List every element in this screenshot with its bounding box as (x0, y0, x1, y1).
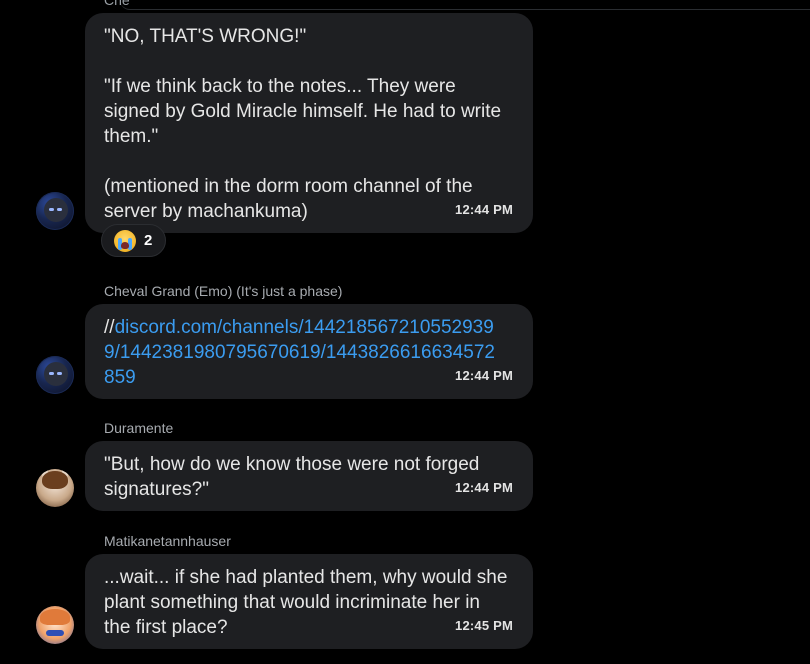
reaction-pill[interactable]: 2 (101, 224, 166, 257)
message-text: signed by Gold Miracle himself. He had t… (104, 101, 502, 122)
message-link[interactable]: 9/1442381980795670619/1443826616634572 (104, 340, 515, 365)
chat-view: Che "NO, THAT'S WRONG!" "If we think bac… (0, 0, 810, 664)
author-name[interactable]: Cheval Grand (Emo) (It's just a phase) (104, 282, 342, 300)
user-avatar[interactable] (36, 606, 74, 644)
message-bubble[interactable]: "NO, THAT'S WRONG!" "If we think back to… (85, 13, 533, 233)
message-timestamp: 12:44 PM (455, 368, 513, 383)
message-bubble[interactable]: "But, how do we know those were not forg… (85, 441, 533, 511)
message-text: the first place? (104, 617, 228, 638)
message-spacer (104, 49, 515, 74)
user-avatar[interactable] (36, 356, 74, 394)
message-timestamp: 12:44 PM (455, 202, 513, 217)
message-text: //discord.com/channels/14421856721055293… (104, 315, 515, 340)
message-text: server by machankuma) (104, 201, 308, 222)
author-name[interactable]: Matikanetannhauser (104, 532, 231, 550)
message-text: "If we think back to the notes... They w… (104, 76, 456, 97)
message-text: plant something that would incriminate h… (104, 592, 480, 613)
avatar-art (44, 362, 68, 386)
user-avatar[interactable] (36, 192, 74, 230)
clipped-author-name: Che (104, 0, 130, 8)
message-bubble[interactable]: //discord.com/channels/14421856721055293… (85, 304, 533, 399)
link-prefix: // (104, 317, 115, 338)
author-name[interactable]: Duramente (104, 419, 173, 437)
message-timestamp: 12:44 PM (455, 480, 513, 495)
message-link[interactable]: 859 (104, 365, 515, 390)
message-text: signatures?" (104, 479, 209, 500)
message-link[interactable]: discord.com/channels/144218567210552939 (115, 317, 494, 338)
message-text: them." (104, 126, 159, 147)
message-text: (mentioned in the dorm room channel of t… (104, 176, 473, 197)
user-avatar[interactable] (36, 469, 74, 507)
avatar-art (40, 609, 70, 625)
message-spacer (104, 149, 515, 174)
message-bubble[interactable]: ...wait... if she had planted them, why … (85, 554, 533, 649)
message-text: "NO, THAT'S WRONG!" (104, 26, 307, 47)
message-timestamp: 12:45 PM (455, 618, 513, 633)
message-text: "But, how do we know those were not forg… (104, 454, 480, 475)
avatar-art (44, 198, 68, 222)
reaction-count: 2 (144, 232, 153, 249)
avatar-art (42, 471, 68, 489)
message-text: ...wait... if she had planted them, why … (104, 567, 508, 588)
thread-divider (120, 0, 810, 10)
crying-face-icon (114, 229, 136, 252)
